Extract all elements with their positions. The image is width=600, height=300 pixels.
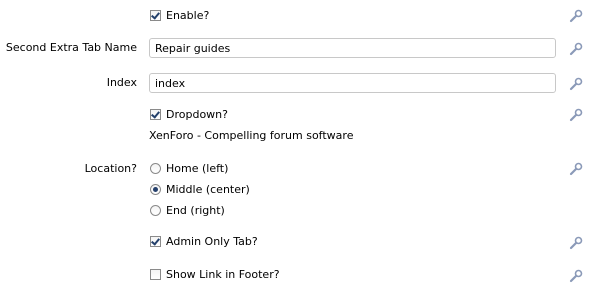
index-input[interactable]: [149, 73, 556, 93]
wrench-icon[interactable]: [569, 162, 583, 176]
wrench-icon[interactable]: [569, 236, 583, 250]
location-radio-end[interactable]: [150, 205, 161, 216]
footer-link-checkbox[interactable]: [150, 269, 161, 280]
location-radio-home[interactable]: [150, 163, 161, 174]
wrench-icon[interactable]: [569, 108, 583, 122]
dropdown-checkbox[interactable]: [150, 109, 161, 120]
admin-only-checkbox[interactable]: [150, 236, 161, 247]
location-label: Location?: [84, 162, 137, 175]
second-tab-name-input[interactable]: [149, 38, 556, 58]
admin-only-label[interactable]: Admin Only Tab?: [166, 235, 258, 249]
wrench-icon[interactable]: [569, 42, 583, 56]
location-option-middle[interactable]: Middle (center): [166, 183, 250, 197]
wrench-icon[interactable]: [569, 9, 583, 23]
enable-label[interactable]: Enable?: [166, 9, 209, 23]
wrench-icon[interactable]: [569, 269, 583, 283]
second-tab-name-label: Second Extra Tab Name: [5, 41, 137, 54]
wrench-icon[interactable]: [569, 77, 583, 91]
dropdown-explain: XenForo - Compelling forum software: [149, 129, 354, 142]
location-option-home[interactable]: Home (left): [166, 162, 228, 176]
location-radio-middle[interactable]: [150, 184, 161, 195]
enable-checkbox[interactable]: [150, 10, 161, 21]
index-label: Index: [106, 76, 137, 89]
footer-link-label[interactable]: Show Link in Footer?: [166, 268, 280, 282]
location-option-end[interactable]: End (right): [166, 204, 225, 218]
dropdown-label[interactable]: Dropdown?: [166, 108, 228, 122]
